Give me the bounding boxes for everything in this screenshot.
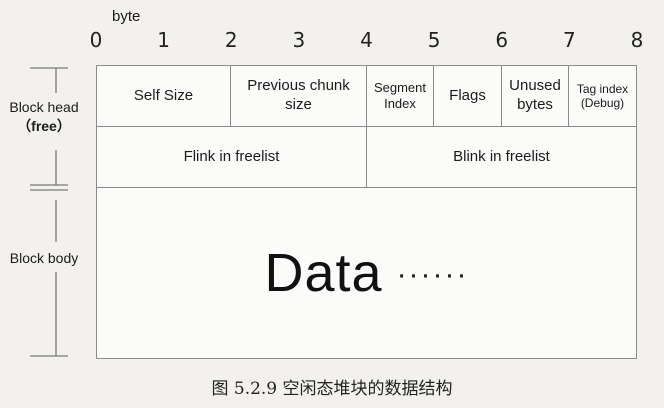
flink-field: Flink in freelist bbox=[96, 126, 367, 188]
byte-tick-8: 8 bbox=[630, 28, 644, 52]
figure-caption: 图 5.2.9 空闲态堆块的数据结构 bbox=[211, 379, 453, 399]
data-ellipsis: ······ bbox=[396, 258, 469, 291]
byte-tick-1: 1 bbox=[157, 28, 170, 52]
previous-chunk-size-field: Previous chunk size bbox=[230, 65, 367, 127]
data-text: Data bbox=[264, 243, 383, 303]
tag-index-field: Tag index (Debug) bbox=[568, 65, 637, 127]
byte-tick-3: 3 bbox=[292, 28, 306, 52]
heap-block-diagram: Self Size Previous chunk size Segment In… bbox=[96, 65, 637, 359]
side-brackets bbox=[30, 67, 68, 357]
byte-tick-2: 2 bbox=[224, 28, 238, 52]
byte-tick-4: 4 bbox=[360, 28, 373, 52]
unused-bytes-field: Unused bytes bbox=[501, 65, 569, 127]
flags-field: Flags bbox=[433, 65, 502, 127]
byte-unit-label: byte bbox=[112, 8, 141, 25]
block-body-data-area: Data ······ bbox=[96, 187, 637, 359]
blink-field: Blink in freelist bbox=[366, 126, 637, 188]
byte-tick-5: 5 bbox=[427, 28, 441, 52]
byte-tick-7: 7 bbox=[563, 28, 576, 52]
byte-tick-6: 6 bbox=[495, 28, 509, 52]
segment-index-field: Segment Index bbox=[366, 65, 434, 127]
self-size-field: Self Size bbox=[96, 65, 231, 127]
